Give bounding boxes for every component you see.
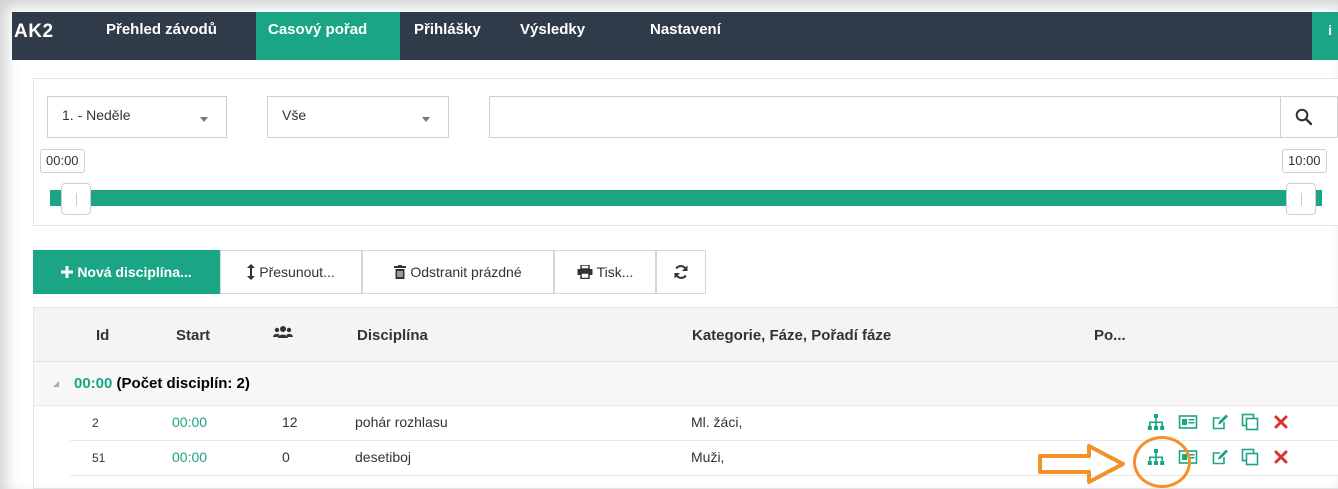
print-icon bbox=[577, 265, 593, 279]
cell-count: 0 bbox=[282, 449, 290, 465]
cell-start[interactable]: 00:00 bbox=[172, 414, 207, 430]
column-header-po[interactable]: Po... bbox=[1094, 327, 1126, 344]
cell-discipline: pohár rozhlasu bbox=[355, 414, 448, 430]
print-button[interactable]: Tisk... bbox=[554, 250, 656, 294]
cell-id: 51 bbox=[92, 451, 106, 465]
search-button[interactable] bbox=[1280, 96, 1338, 138]
info-button[interactable]: i bbox=[1312, 12, 1338, 60]
chevron-down-icon bbox=[422, 117, 430, 122]
users-icon bbox=[273, 326, 293, 338]
column-header-id[interactable]: Id bbox=[96, 327, 109, 344]
scope-select[interactable]: Vše bbox=[267, 96, 449, 138]
nav-item-settings[interactable]: Nastavení bbox=[650, 12, 760, 60]
callout-arrow-icon bbox=[1038, 444, 1125, 484]
chevron-down-icon bbox=[200, 117, 208, 122]
nav-item-overview[interactable]: Přehled závodů bbox=[94, 12, 244, 60]
range-min-label: 00:00 bbox=[40, 149, 85, 173]
cell-count: 12 bbox=[282, 414, 298, 430]
app-brand[interactable]: AK2 bbox=[12, 12, 54, 60]
nav-item-entries[interactable]: Přihlášky bbox=[414, 12, 514, 60]
search-input[interactable] bbox=[489, 96, 1282, 138]
sitemap-icon[interactable] bbox=[1146, 412, 1166, 432]
group-row[interactable]: 00:00 (Počet disciplín: 2) bbox=[34, 362, 1338, 406]
grid-header: Id Start Disciplína Kategorie, Fáze, Poř… bbox=[34, 308, 1338, 362]
callout-circle bbox=[1133, 436, 1191, 488]
group-count-label: (Počet disciplín: 2) bbox=[116, 375, 250, 392]
collapse-icon[interactable] bbox=[52, 380, 60, 388]
copy-icon[interactable] bbox=[1240, 447, 1260, 467]
column-header-start[interactable]: Start bbox=[176, 327, 210, 344]
move-button[interactable]: Přesunout... bbox=[220, 250, 362, 294]
move-icon bbox=[247, 264, 256, 280]
cell-start[interactable]: 00:00 bbox=[172, 449, 207, 465]
cell-category: Muži, bbox=[691, 449, 725, 465]
day-select[interactable]: 1. - Neděle bbox=[47, 96, 227, 138]
cell-category: Ml. žáci, bbox=[691, 414, 743, 430]
group-time: 00:00 bbox=[74, 375, 113, 392]
search-icon bbox=[1295, 108, 1313, 126]
trash-icon bbox=[394, 265, 407, 279]
column-header-participants[interactable] bbox=[273, 325, 293, 345]
info-icon: i bbox=[1328, 22, 1332, 38]
remove-empty-label: Odstranit prázdné bbox=[410, 264, 522, 280]
day-select-value: 1. - Neděle bbox=[62, 107, 131, 123]
plus-icon bbox=[61, 266, 74, 278]
table-row[interactable]: 2 00:00 12 pohár rozhlasu Ml. žáci, bbox=[70, 406, 1338, 441]
move-label: Přesunout... bbox=[259, 264, 335, 280]
delete-icon[interactable] bbox=[1271, 447, 1291, 467]
range-max-label: 10:00 bbox=[1282, 149, 1327, 173]
edit-icon[interactable] bbox=[1210, 412, 1230, 432]
delete-icon[interactable] bbox=[1271, 412, 1291, 432]
top-navbar: AK2 Přehled závodů Casový pořad Přihlášk… bbox=[12, 12, 1338, 60]
copy-icon[interactable] bbox=[1240, 412, 1260, 432]
id-card-icon[interactable] bbox=[1178, 412, 1198, 432]
group-header: 00:00 (Počet disciplín: 2) bbox=[74, 375, 250, 392]
range-max-handle[interactable] bbox=[1286, 183, 1316, 215]
print-label: Tisk... bbox=[596, 264, 634, 280]
column-header-category[interactable]: Kategorie, Fáze, Pořadí fáze bbox=[692, 327, 891, 344]
refresh-button[interactable] bbox=[656, 250, 706, 294]
cell-id: 2 bbox=[92, 416, 99, 430]
new-discipline-button[interactable]: Nová disciplína... bbox=[33, 250, 220, 294]
remove-empty-button[interactable]: Odstranit prázdné bbox=[362, 250, 554, 294]
edit-icon[interactable] bbox=[1210, 447, 1230, 467]
column-header-discipline[interactable]: Disciplína bbox=[357, 327, 428, 344]
nav-item-schedule[interactable]: Casový pořad bbox=[256, 12, 400, 60]
nav-item-results[interactable]: Výsledky bbox=[520, 12, 620, 60]
refresh-icon bbox=[674, 265, 688, 279]
range-min-handle[interactable] bbox=[61, 183, 91, 215]
new-discipline-label: Nová disciplína... bbox=[77, 264, 192, 280]
time-range-slider[interactable] bbox=[50, 190, 1322, 206]
scope-select-value: Vše bbox=[282, 107, 307, 123]
cell-discipline: desetiboj bbox=[355, 449, 412, 465]
